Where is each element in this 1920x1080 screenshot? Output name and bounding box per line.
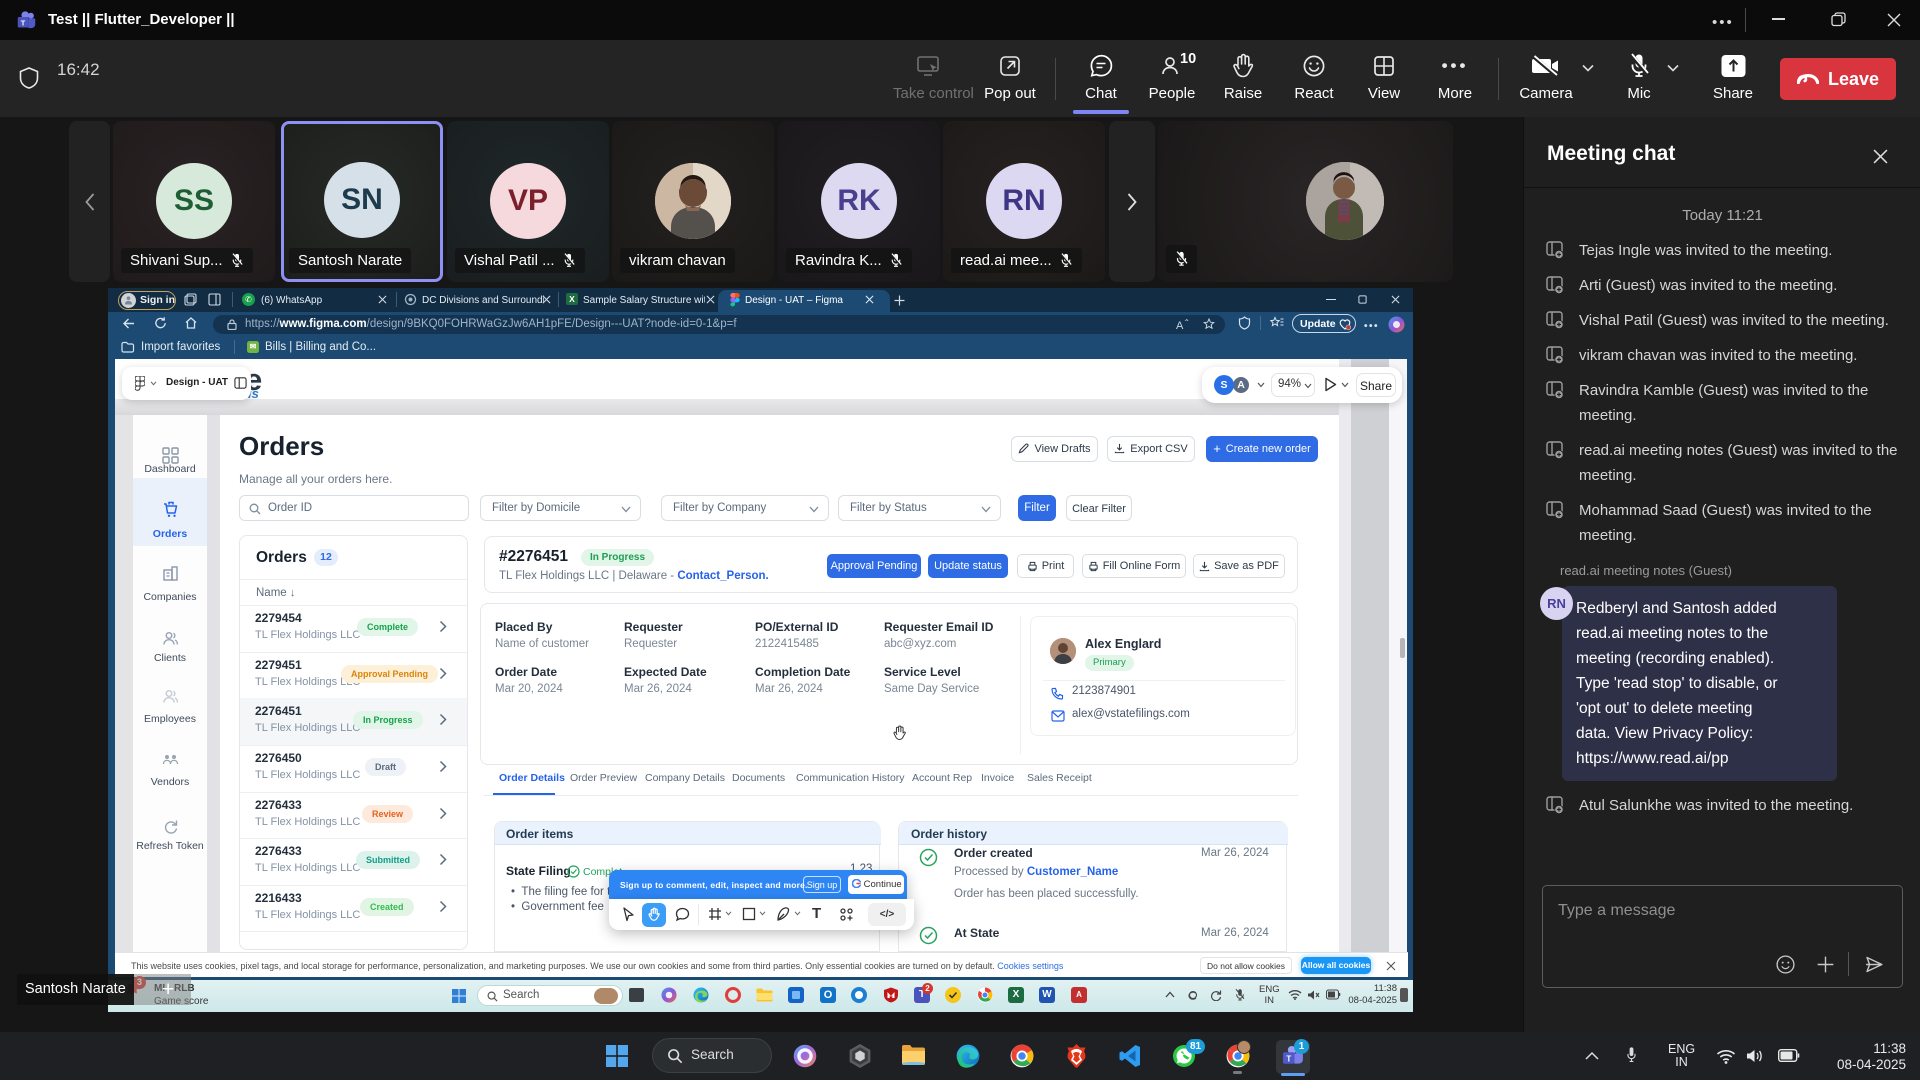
svg-text:T: T xyxy=(1286,1054,1291,1063)
svg-text:T: T xyxy=(21,18,26,27)
